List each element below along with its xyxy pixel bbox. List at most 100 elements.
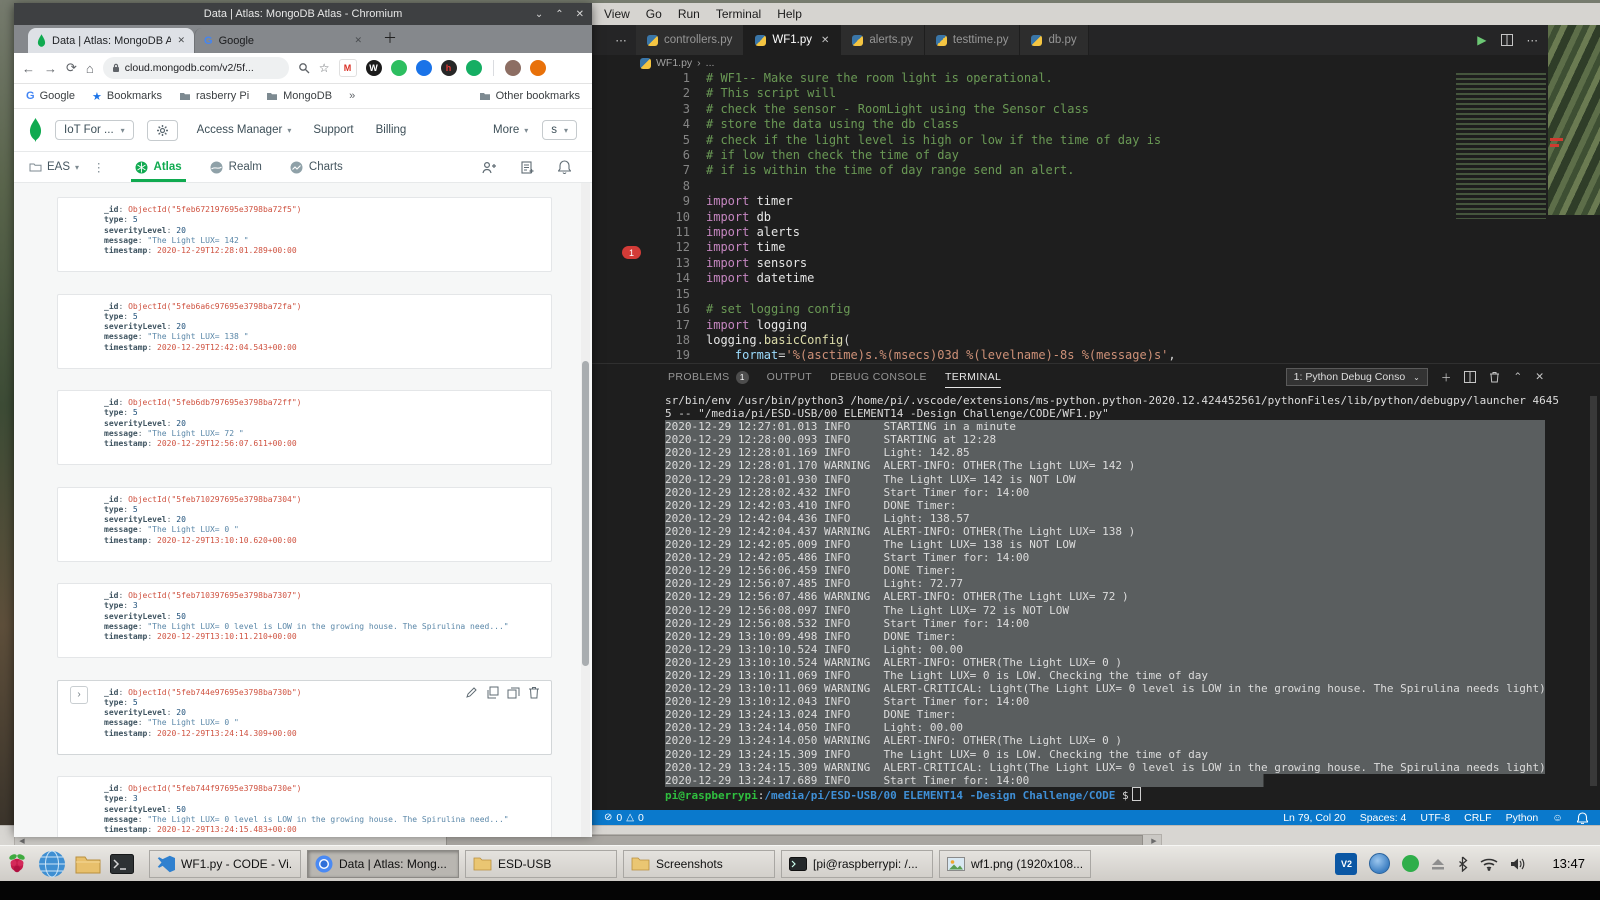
- taskbar-button-terminal[interactable]: [pi@raspberrypi: /...: [781, 850, 933, 878]
- wikipedia-icon[interactable]: W: [366, 60, 382, 76]
- terminal-selector-dropdown[interactable]: 1: Python Debug Conso⌄: [1286, 368, 1428, 386]
- raspberry-menu-icon[interactable]: [5, 852, 29, 876]
- profile-avatar-icon[interactable]: [505, 60, 521, 76]
- terminal-prompt[interactable]: pi@raspberrypi:/media/pi/ESD-USB/00 ELEM…: [665, 787, 1545, 802]
- wifi-icon[interactable]: [1480, 857, 1498, 871]
- close-tab-icon[interactable]: ✕: [354, 35, 362, 46]
- org-link-access-manager[interactable]: Access Manager▾: [197, 124, 292, 136]
- expand-document-button[interactable]: ›: [70, 686, 88, 704]
- kebab-menu-icon[interactable]: ⋮: [93, 160, 105, 174]
- breadcrumb-file[interactable]: WF1.py: [656, 57, 692, 69]
- atlas-tab-atlas[interactable]: Atlas: [135, 152, 182, 182]
- problems-status[interactable]: ⊘0△0: [604, 812, 644, 824]
- menu-help[interactable]: Help: [769, 7, 810, 21]
- back-icon[interactable]: ←: [22, 61, 35, 76]
- browser-titlebar[interactable]: Data | Atlas: MongoDB Atlas - Chromium ⌄…: [14, 3, 592, 25]
- close-tab-icon[interactable]: ✕: [177, 35, 185, 46]
- breadcrumb[interactable]: WF1.py › ...: [592, 55, 1600, 71]
- feedback-smiley-icon[interactable]: ☺: [1552, 812, 1563, 824]
- status-spaces[interactable]: Spaces: 4: [1360, 812, 1407, 824]
- tray-green-icon[interactable]: [1402, 855, 1419, 872]
- update-icon[interactable]: [530, 60, 546, 76]
- editor-tab-alerts.py[interactable]: alerts.py: [841, 25, 924, 55]
- vnc-icon[interactable]: V2: [1335, 853, 1357, 875]
- taskbar-button-chromium[interactable]: Data | Atlas: Mong...: [307, 850, 459, 878]
- minimap[interactable]: [1456, 73, 1546, 219]
- document-card[interactable]: _id: ObjectId("5feb710397695e3798ba7307"…: [57, 583, 552, 658]
- scroll-left-icon[interactable]: ◀: [15, 837, 29, 845]
- bookmark-mongodb[interactable]: MongoDB: [266, 90, 332, 103]
- maximize-icon[interactable]: ⌃: [555, 9, 563, 20]
- taskbar-button-image[interactable]: wf1.png (1920x108...: [939, 850, 1091, 878]
- split-editor-icon[interactable]: [1501, 34, 1513, 46]
- copy-document-button[interactable]: [484, 685, 500, 701]
- editor-tab-WF1.py[interactable]: WF1.py✕: [744, 25, 841, 55]
- terminal-launcher-icon[interactable]: [110, 854, 134, 874]
- close-tab-icon[interactable]: ✕: [821, 35, 829, 46]
- zoom-icon[interactable]: [298, 62, 310, 74]
- reload-icon[interactable]: ⟳: [66, 60, 77, 76]
- new-terminal-icon[interactable]: ＋: [1441, 370, 1452, 385]
- maximize-panel-icon[interactable]: ⌃: [1513, 371, 1522, 383]
- project-settings-gear-icon[interactable]: [147, 120, 178, 141]
- alerts-bell-icon[interactable]: [558, 160, 571, 174]
- org-link-support[interactable]: Support: [313, 124, 353, 136]
- panel-tab-debug-console[interactable]: DEBUG CONSOLE: [830, 371, 927, 383]
- atlas-tab-charts[interactable]: Charts: [290, 152, 343, 182]
- bluetooth-icon[interactable]: [1457, 856, 1468, 872]
- bookmark-google[interactable]: GGoogle: [26, 90, 75, 103]
- document-card[interactable]: _id: ObjectId("5feb6db797695e3798ba72ff"…: [57, 390, 552, 465]
- document-card[interactable]: _id: ObjectId("5feb6a6c97695e3798ba72fa"…: [57, 294, 552, 369]
- user-avatar[interactable]: s▾: [542, 120, 577, 140]
- dark-extension-icon[interactable]: h: [441, 60, 457, 76]
- panel-tab-terminal[interactable]: TERMINAL: [945, 371, 1001, 388]
- address-bar[interactable]: cloud.mongodb.com/v2/5f...: [103, 57, 289, 79]
- browser-tab-atlas[interactable]: Data | Atlas: MongoDB A ✕: [28, 28, 194, 53]
- taskbar-button-folder[interactable]: ESD-USB: [465, 850, 617, 878]
- notifications-bell-icon[interactable]: [1577, 812, 1588, 824]
- web-browser-icon[interactable]: [38, 850, 66, 878]
- activity-feed-icon[interactable]: [521, 161, 534, 174]
- edit-document-button[interactable]: [463, 685, 479, 701]
- close-icon[interactable]: ✕: [576, 9, 584, 20]
- status-utf-8[interactable]: UTF-8: [1420, 812, 1450, 824]
- menu-go[interactable]: Go: [638, 7, 670, 21]
- home-icon[interactable]: ⌂: [86, 61, 94, 76]
- gmail-icon[interactable]: M: [339, 59, 357, 77]
- scrollbar-thumb[interactable]: [582, 361, 589, 666]
- terminal[interactable]: sr/bin/env /usr/bin/python3 /home/pi/.vs…: [592, 390, 1600, 815]
- taskbar-button-folder[interactable]: Screenshots: [623, 850, 775, 878]
- blue-extension-icon[interactable]: [416, 60, 432, 76]
- document-card[interactable]: _id: ObjectId("5feb744f97695e3798ba730e"…: [57, 776, 552, 837]
- kill-terminal-icon[interactable]: [1489, 371, 1500, 383]
- status-ln[interactable]: Ln 79, Col 20: [1283, 812, 1345, 824]
- project-selector[interactable]: IoT For ...▾: [55, 120, 134, 140]
- breadcrumb-rest[interactable]: ...: [706, 57, 715, 69]
- new-tab-icon[interactable]: ＋: [383, 28, 397, 48]
- editor-tab-testtime.py[interactable]: testtime.py: [925, 25, 1021, 55]
- eject-icon[interactable]: [1431, 858, 1445, 870]
- menu-view[interactable]: View: [596, 7, 638, 21]
- panel-tab-problems[interactable]: PROBLEMS: [668, 371, 730, 383]
- editor-tab-controllers.py[interactable]: controllers.py: [636, 25, 744, 55]
- document-card[interactable]: ›_id: ObjectId("5feb744e97695e3798ba730b…: [57, 680, 552, 755]
- close-panel-icon[interactable]: ✕: [1535, 371, 1544, 383]
- menu-terminal[interactable]: Terminal: [708, 7, 769, 21]
- project-dropdown[interactable]: EAS▾: [29, 161, 79, 173]
- panel-tab-output[interactable]: OUTPUT: [767, 371, 813, 383]
- bookmark-star-icon[interactable]: ☆: [319, 61, 330, 75]
- menu-run[interactable]: Run: [670, 7, 708, 21]
- evernote-icon[interactable]: [391, 60, 407, 76]
- document-card[interactable]: _id: ObjectId("5feb672197695e3798ba72f5"…: [57, 197, 552, 272]
- scroll-right-icon[interactable]: ▶: [1147, 837, 1161, 845]
- bookmark-rasberry-pi[interactable]: rasberry Pi: [179, 90, 249, 103]
- taskbar-clock[interactable]: 13:47: [1552, 856, 1585, 871]
- page-scrollbar[interactable]: [581, 183, 590, 837]
- more-menu[interactable]: More▾: [493, 124, 528, 136]
- tab-overflow-icon[interactable]: ⋯: [606, 25, 636, 55]
- file-manager-icon[interactable]: [75, 854, 101, 874]
- status-crlf[interactable]: CRLF: [1464, 812, 1491, 824]
- document-card[interactable]: _id: ObjectId("5feb710297695e3798ba7304"…: [57, 487, 552, 562]
- invite-user-icon[interactable]: [482, 161, 497, 174]
- taskbar-button-vscode[interactable]: WF1.py - CODE - Vi...: [149, 850, 301, 878]
